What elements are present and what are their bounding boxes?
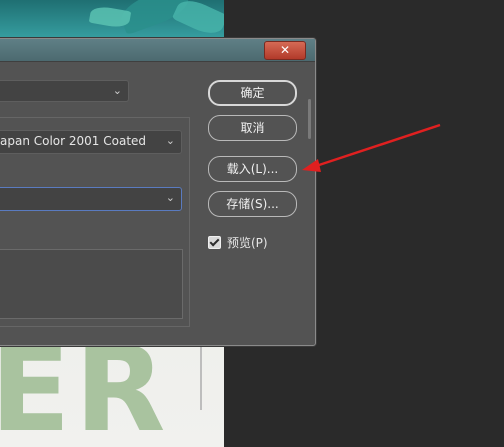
preview-checkbox[interactable] xyxy=(208,235,221,249)
preview-label: 预览(P) xyxy=(227,235,268,250)
ok-button[interactable]: 确定 xyxy=(208,80,297,106)
dialog-titlebar[interactable]: ✕ xyxy=(0,39,315,62)
third-select[interactable]: ⌄ xyxy=(0,187,182,211)
color-profile-value: apan Color 2001 Coated xyxy=(0,134,147,148)
chevron-down-icon: ⌄ xyxy=(112,84,122,97)
color-profile-select[interactable]: apan Color 2001 Coated ⌄ xyxy=(0,130,182,154)
save-button[interactable]: 存储(S)... xyxy=(208,191,297,217)
chevron-down-icon: ⌄ xyxy=(165,191,175,204)
background-letters: ER xyxy=(0,320,170,447)
cancel-button[interactable]: 取消 xyxy=(208,115,297,141)
background-divider xyxy=(200,340,202,410)
leaf-shape xyxy=(171,0,224,40)
description-panel xyxy=(0,249,183,319)
close-icon: ✕ xyxy=(279,43,291,57)
top-select[interactable]: ⌄ xyxy=(0,80,129,102)
color-settings-dialog: ✕ ⌄ apan Color 2001 Coated ⌄ ⌄ 确定 取消 载入(… xyxy=(0,38,316,346)
preview-option[interactable]: 预览(P) xyxy=(208,234,268,250)
scrollbar[interactable] xyxy=(308,99,311,139)
load-button[interactable]: 载入(L)... xyxy=(208,156,297,182)
chevron-down-icon: ⌄ xyxy=(165,134,175,147)
close-button[interactable]: ✕ xyxy=(264,41,306,60)
